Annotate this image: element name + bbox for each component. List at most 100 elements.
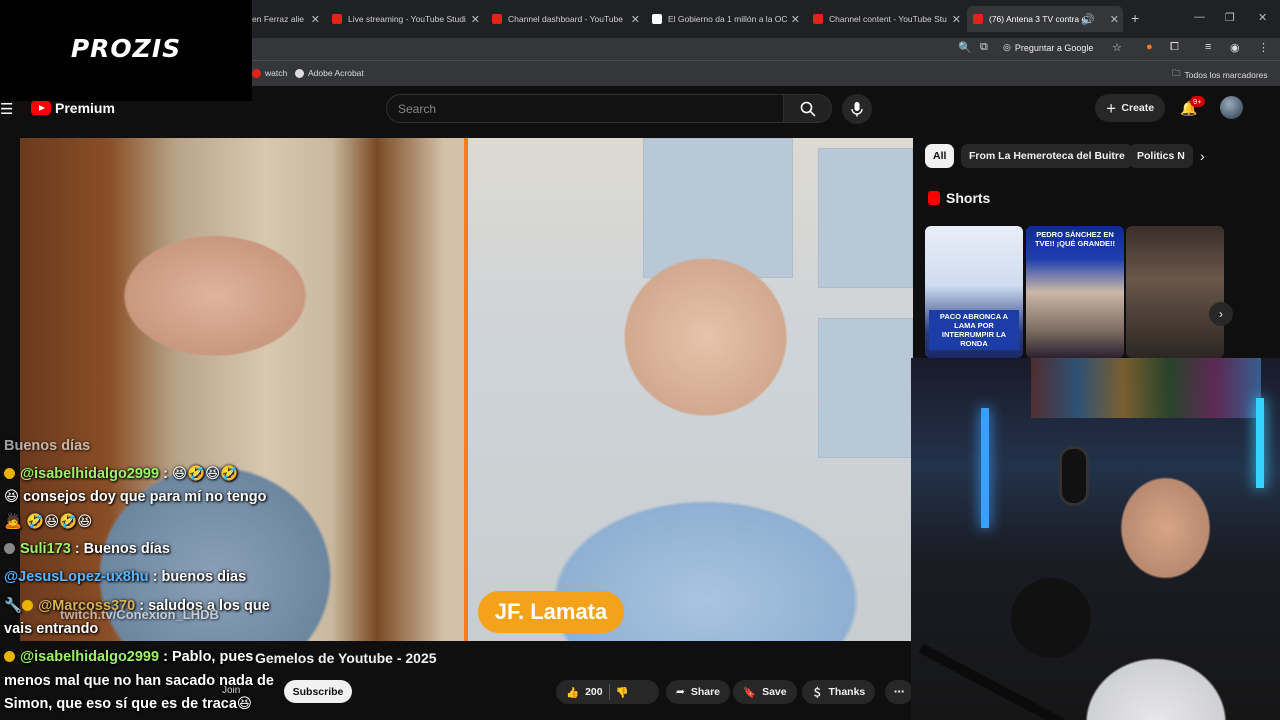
- chat-line: 😆 consejos doy que para mí no tengo: [4, 489, 267, 505]
- browser-tab[interactable]: El Gobierno da 1 millón a la OC ✕: [652, 8, 800, 30]
- speaker-icon[interactable]: 🔊: [1081, 13, 1095, 26]
- chat-line: @isabelhidalgo2999 : Pablo, pues: [4, 649, 253, 665]
- news-favicon-icon: [652, 14, 662, 24]
- browser-tab[interactable]: en Ferraz alie ✕: [252, 8, 320, 30]
- search-button[interactable]: [784, 94, 832, 123]
- microphone-icon: [851, 102, 863, 117]
- sponsor-logo: PROZIS: [0, 0, 252, 101]
- chat-line: vais entrando: [4, 621, 99, 637]
- chat-line: Simon, que eso sí que es de traca😆: [4, 696, 253, 712]
- save-button[interactable]: 🔖 Save: [733, 680, 797, 704]
- bookmark-all[interactable]: 🗀 Todos los marcadores: [1172, 68, 1268, 82]
- thanks-dollar-icon: ＄: [812, 686, 823, 699]
- google-lens-icon: ◎: [1003, 42, 1011, 52]
- bookmark-acrobat[interactable]: Adobe Acrobat: [295, 68, 364, 78]
- subscribe-button[interactable]: Subscribe: [284, 680, 352, 703]
- cast-icon[interactable]: ⧉: [980, 41, 988, 54]
- close-tab-icon[interactable]: ✕: [1110, 13, 1119, 26]
- ask-google-button[interactable]: ◎ Preguntar a Google: [1003, 42, 1093, 53]
- chat-line: menos mal que no han sacado nada de: [4, 673, 274, 689]
- thanks-button[interactable]: ＄ Thanks: [802, 680, 876, 704]
- bookmark-star-icon[interactable]: ☆: [1112, 41, 1122, 54]
- close-tab-icon[interactable]: ✕: [631, 13, 640, 26]
- separator: [608, 684, 610, 700]
- short-thumbnail[interactable]: [1126, 226, 1224, 358]
- voice-search-button[interactable]: [842, 94, 872, 124]
- browser-tab[interactable]: Channel content - YouTube Stu ✕: [813, 8, 961, 30]
- neon-light: [1256, 398, 1264, 488]
- zoom-icon[interactable]: 🔍: [958, 41, 972, 54]
- folder-icon: 🗀: [1172, 68, 1181, 78]
- share-button[interactable]: ➦ Share: [666, 680, 730, 704]
- member-badge-icon: [4, 651, 15, 662]
- host-person: [1061, 423, 1251, 720]
- thumbs-up-icon[interactable]: 👍: [566, 686, 579, 699]
- browser-tab[interactable]: Channel dashboard - YouTube ✕: [492, 8, 640, 30]
- search-input[interactable]: Search: [386, 94, 784, 123]
- close-window-icon[interactable]: ✕: [1258, 11, 1267, 24]
- close-tab-icon[interactable]: ✕: [791, 13, 800, 26]
- extension-icon[interactable]: ●: [1146, 41, 1153, 53]
- chip-politics[interactable]: Politics N: [1129, 144, 1193, 168]
- extensions-puzzle-icon[interactable]: ⧠: [1170, 41, 1179, 54]
- youtube-favicon-icon: [332, 14, 342, 24]
- search-icon: [800, 101, 816, 117]
- youtube-favicon-icon: [973, 14, 983, 24]
- short-thumbnail[interactable]: PACO ABRONCA A LAMA POR INTERRUMPIR LA R…: [925, 226, 1023, 358]
- share-arrow-icon: ➦: [676, 686, 685, 698]
- member-badge-icon: [4, 468, 15, 479]
- notifications-badge: 9+: [1190, 96, 1205, 107]
- profile-icon[interactable]: ◉: [1230, 41, 1240, 54]
- member-badge-icon: [4, 543, 15, 554]
- twitch-watermark: twitch.tv/Conexion_LHDB: [60, 607, 219, 622]
- shorts-icon: [928, 191, 940, 205]
- media-controls-icon[interactable]: ≡: [1205, 41, 1211, 53]
- shorts-next-button[interactable]: ›: [1209, 302, 1233, 326]
- browser-tab[interactable]: Live streaming - YouTube Studi ✕: [332, 8, 480, 30]
- minimize-icon[interactable]: —: [1194, 11, 1205, 23]
- menu-hamburger-icon[interactable]: ☰: [0, 100, 13, 118]
- headphones: [1059, 446, 1089, 506]
- short-thumbnail[interactable]: PEDRO SÁNCHEZ EN TVE!! ¡QUÉ GRANDE!!: [1026, 226, 1124, 358]
- more-actions-button[interactable]: ⋯: [885, 680, 913, 704]
- chevron-right-icon[interactable]: ›: [1200, 148, 1205, 164]
- guest-right: [508, 218, 888, 641]
- shorts-header: Shorts: [928, 190, 990, 206]
- thumbs-down-icon[interactable]: 👎: [616, 686, 629, 699]
- member-badge-icon: [22, 600, 34, 611]
- chat-line: Buenos días: [4, 438, 91, 454]
- chip-all[interactable]: All: [925, 144, 955, 168]
- close-tab-icon[interactable]: ✕: [471, 13, 480, 26]
- globe-icon: [295, 68, 304, 78]
- like-dislike-group: 👍 200 👎: [556, 680, 659, 704]
- chat-line: Suli173 : Buenos días: [4, 541, 170, 557]
- close-tab-icon[interactable]: ✕: [311, 13, 320, 26]
- chat-line: @JesusLopez-ux8hu : buenos dias: [4, 569, 247, 585]
- youtube-favicon-icon: [492, 14, 502, 24]
- wrench-badge-icon: 🔧: [4, 598, 23, 614]
- neon-light: [981, 408, 989, 528]
- create-button[interactable]: ＋ Create: [1095, 94, 1165, 122]
- bookmark-icon: 🔖: [743, 686, 757, 699]
- video-player[interactable]: JF. Lamata: [20, 138, 913, 641]
- restore-icon[interactable]: ❐: [1225, 11, 1235, 24]
- youtube-logo-icon: [31, 101, 51, 115]
- bookshelf: [1031, 358, 1261, 418]
- close-tab-icon[interactable]: ✕: [952, 13, 961, 26]
- left-guest-camera: [20, 138, 466, 641]
- host-webcam: [911, 358, 1280, 720]
- more-horizontal-icon: ⋯: [893, 686, 905, 698]
- account-avatar[interactable]: [1220, 96, 1243, 119]
- browser-tab-active[interactable]: (76) Antena 3 TV contra el 🔊 ✕: [967, 6, 1123, 32]
- menu-icon[interactable]: ⋮: [1258, 41, 1269, 54]
- bookmark-watch[interactable]: watch: [252, 68, 287, 78]
- chat-line: @isabelhidalgo2999 : 😆🤣😆🤣: [4, 465, 238, 482]
- youtube-premium-logo[interactable]: Premium: [31, 100, 115, 116]
- plus-icon: ＋: [1105, 102, 1117, 115]
- new-tab-icon[interactable]: +: [1131, 10, 1139, 26]
- guest-name-tag: JF. Lamata: [478, 591, 624, 633]
- chip-hemeroteca[interactable]: From La Hemeroteca del Buitre: [961, 144, 1133, 168]
- video-title: Gemelos de Youtube - 2025: [255, 650, 437, 666]
- chat-line: 🙇 🤣😆🤣😆: [4, 514, 93, 530]
- microphone: [1011, 578, 1091, 658]
